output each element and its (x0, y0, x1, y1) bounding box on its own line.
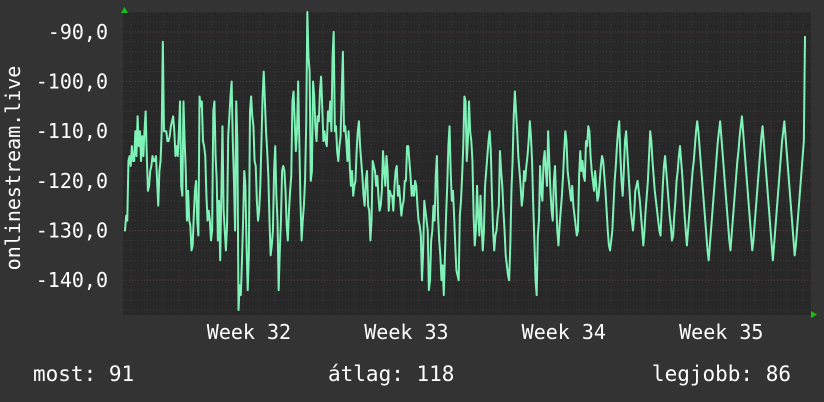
y-axis-arrow-icon (121, 7, 128, 13)
y-axis-label: onlinestream.live (1, 66, 25, 271)
y-axis-ticks: -90,0 -100,0 -110,0 -120,0 -130,0 -140,0 (36, 20, 108, 292)
y-tick-label: -140,0 (36, 268, 108, 292)
x-axis-arrow-icon (811, 311, 817, 318)
chart: -90,0 -100,0 -110,0 -120,0 -130,0 -140,0 Week… (1, 7, 817, 344)
y-tick-label: -90,0 (48, 20, 108, 44)
x-axis-ticks: Week 32 Week 33 Week 34 Week 35 (207, 320, 764, 344)
y-tick-label: -130,0 (36, 219, 108, 243)
y-tick-label: -100,0 (36, 70, 108, 94)
x-tick-label: Week 33 (364, 320, 448, 344)
best-value-stat: legjobb: 86 (651, 362, 791, 386)
y-tick-label: -120,0 (36, 169, 108, 193)
y-tick-label: -110,0 (36, 119, 108, 143)
current-value-stat: most: 91 (33, 362, 135, 386)
average-value-stat: átlag: 118 (328, 362, 455, 386)
x-tick-label: Week 35 (679, 320, 763, 344)
x-tick-label: Week 34 (522, 320, 606, 344)
x-tick-label: Week 32 (207, 320, 291, 344)
